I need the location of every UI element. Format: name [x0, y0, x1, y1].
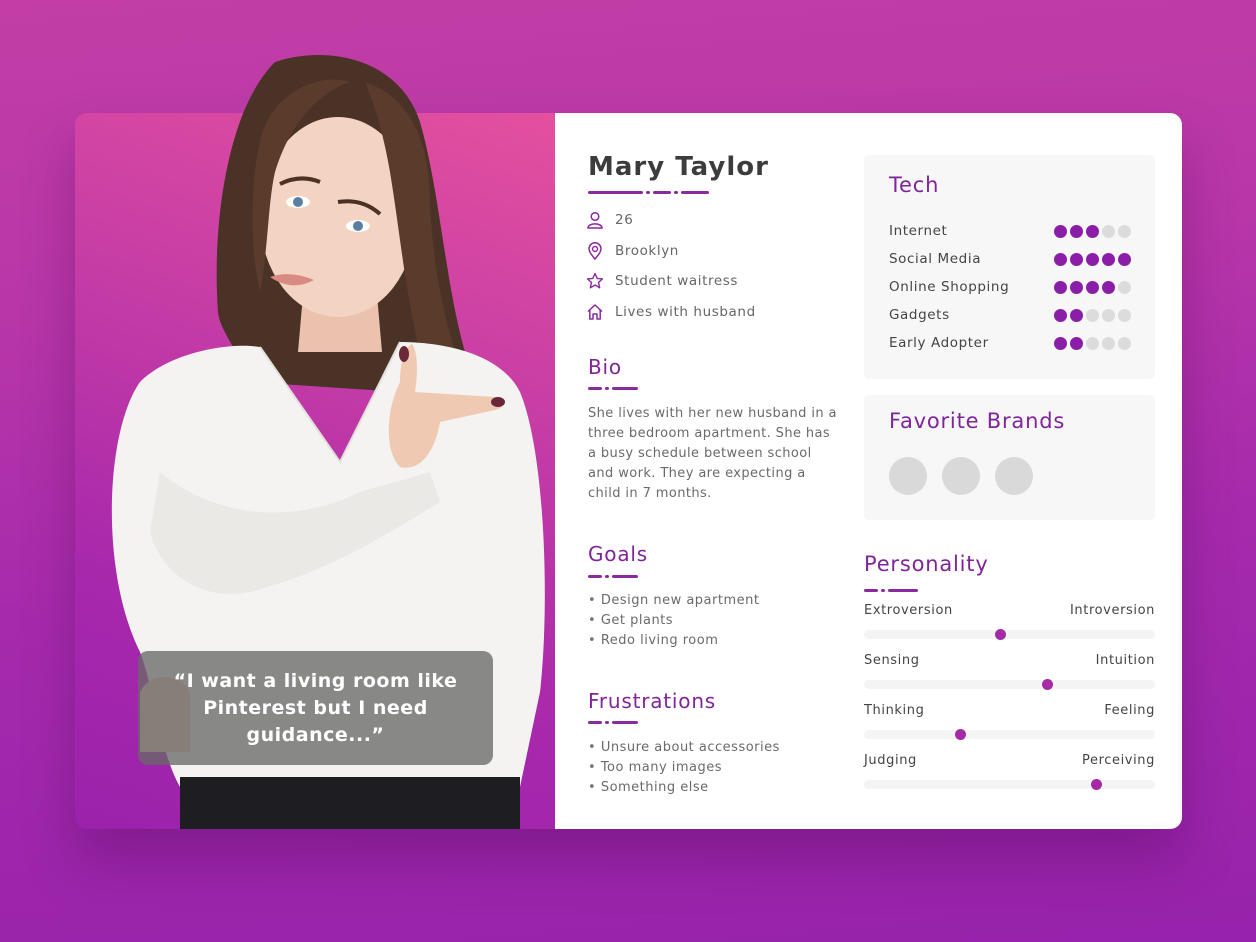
trait-slider-track[interactable]: [864, 729, 1155, 740]
rating-dot-empty: [1118, 308, 1131, 322]
trait-right-label: Introversion: [1070, 603, 1155, 618]
rating-dot-filled: [1070, 224, 1083, 238]
rating-dot-filled: [1118, 252, 1131, 266]
info-occupation: Student waitress: [586, 266, 756, 297]
trait-slider-knob[interactable]: [954, 729, 966, 740]
rating-dot-empty: [1086, 336, 1099, 350]
trait-slider-track[interactable]: [864, 629, 1155, 640]
personality-trait: Thinking Feeling: [864, 703, 1155, 753]
tech-row: Early Adopter: [889, 329, 1131, 357]
rating-dot-filled: [1070, 280, 1083, 294]
rating-dot-empty: [1118, 280, 1131, 294]
goal-item: Design new apartment: [588, 591, 759, 611]
frustration-item: Unsure about accessories: [588, 738, 780, 758]
info-household: Lives with husband: [586, 297, 756, 328]
trait-left-label: Sensing: [864, 653, 920, 668]
rating-dot-empty: [1102, 308, 1115, 322]
rating-dot-filled: [1070, 252, 1083, 266]
trait-right-label: Intuition: [1095, 653, 1155, 668]
brand-logo-placeholder: [942, 457, 980, 495]
bio-heading: Bio: [588, 355, 622, 379]
frustration-item: Something else: [588, 778, 780, 798]
rating-dot-filled: [1054, 280, 1067, 294]
persona-quote: “I want a living room like Pinterest but…: [173, 669, 458, 746]
tech-row: Internet: [889, 217, 1131, 245]
rating-dot-filled: [1102, 252, 1115, 266]
rating-dots: [1054, 280, 1131, 294]
rating-dot-filled: [1070, 336, 1083, 350]
brand-logo-placeholder: [995, 457, 1033, 495]
trait-left-label: Thinking: [864, 703, 925, 718]
trait-right-label: Feeling: [1104, 703, 1155, 718]
rating-dot-empty: [1102, 224, 1115, 238]
trait-right-label: Perceiving: [1082, 753, 1155, 768]
frustrations-heading: Frustrations: [588, 689, 717, 713]
rating-dot-filled: [1086, 224, 1099, 238]
rating-dot-empty: [1118, 224, 1131, 238]
tech-row: Social Media: [889, 245, 1131, 273]
personality-trait: Extroversion Introversion: [864, 603, 1155, 653]
rating-dots: [1054, 336, 1131, 350]
trait-slider-knob[interactable]: [1041, 679, 1053, 690]
rating-dot-filled: [1054, 252, 1067, 266]
frustration-item: Too many images: [588, 758, 780, 778]
personality-underline: [864, 589, 918, 592]
persona-name: Mary Taylor: [588, 152, 769, 182]
goal-item: Get plants: [588, 611, 759, 631]
quote-box: “I want a living room like Pinterest but…: [138, 651, 493, 765]
rating-dots: [1054, 252, 1131, 266]
bio-text: She lives with her new husband in a thre…: [588, 406, 837, 501]
rating-dots: [1054, 308, 1131, 322]
bio-underline: [588, 387, 638, 390]
personality-trait: Sensing Intuition: [864, 653, 1155, 703]
frustrations-list: Unsure about accessories Too many images…: [588, 738, 780, 798]
persona-info-list: 26 Brooklyn Student waitress Lives with …: [586, 205, 756, 327]
personality-heading: Personality: [864, 552, 989, 576]
rating-dots: [1054, 224, 1131, 238]
trait-slider-track[interactable]: [864, 679, 1155, 690]
location-pin-icon: [586, 241, 604, 260]
tech-row: Online Shopping: [889, 273, 1131, 301]
goals-underline: [588, 575, 638, 578]
trait-left-label: Extroversion: [864, 603, 953, 618]
star-icon: [586, 272, 604, 290]
brand-logos: [889, 457, 1033, 495]
info-location: Brooklyn: [586, 236, 756, 267]
person-icon: [586, 211, 604, 229]
rating-dot-empty: [1118, 336, 1131, 350]
rating-dot-filled: [1054, 224, 1067, 238]
rating-dot-filled: [1054, 308, 1067, 322]
tech-box: Tech Internet Social Media Online Shoppi…: [864, 155, 1155, 379]
rating-dot-empty: [1102, 336, 1115, 350]
trait-slider-knob[interactable]: [995, 629, 1007, 640]
goal-item: Redo living room: [588, 631, 759, 651]
rating-dot-filled: [1054, 336, 1067, 350]
rating-dot-empty: [1086, 308, 1099, 322]
home-icon: [586, 303, 604, 321]
rating-dot-filled: [1070, 308, 1083, 322]
goals-list: Design new apartment Get plants Redo liv…: [588, 591, 759, 651]
trait-slider-track[interactable]: [864, 779, 1155, 790]
trait-slider-knob[interactable]: [1091, 779, 1103, 790]
info-age: 26: [586, 205, 756, 236]
personality-list: Extroversion Introversion Sensing Intuit…: [864, 603, 1155, 803]
trait-left-label: Judging: [864, 753, 917, 768]
personality-trait: Judging Perceiving: [864, 753, 1155, 803]
brands-heading: Favorite Brands: [889, 409, 1066, 433]
frustrations-underline: [588, 721, 638, 724]
name-underline: [588, 191, 709, 194]
tech-heading: Tech: [889, 173, 940, 197]
tech-list: Internet Social Media Online Shopping Ga…: [889, 217, 1131, 357]
rating-dot-filled: [1086, 252, 1099, 266]
rating-dot-filled: [1086, 280, 1099, 294]
brand-logo-placeholder: [889, 457, 927, 495]
tech-row: Gadgets: [889, 301, 1131, 329]
brands-box: Favorite Brands: [864, 395, 1155, 520]
goals-heading: Goals: [588, 542, 648, 566]
rating-dot-filled: [1102, 280, 1115, 294]
